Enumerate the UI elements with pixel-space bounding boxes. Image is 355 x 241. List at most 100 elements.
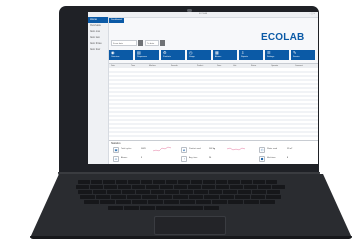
clock-icon: ◷ — [189, 50, 193, 55]
gear-icon: ⚙ — [163, 50, 167, 55]
keyboard-key — [230, 185, 243, 189]
stat-value: 102 kg — [209, 148, 216, 150]
from-date-input[interactable]: From date — [111, 40, 137, 46]
keyboard-key — [216, 185, 229, 189]
tile-service[interactable]: ✎ Service — [291, 50, 315, 60]
keyboard-key — [126, 195, 141, 199]
keyboard-key — [228, 200, 243, 204]
column-header[interactable]: Unit — [233, 64, 236, 68]
tile-label: Reports — [241, 56, 249, 58]
tile-label: Usage — [189, 56, 195, 58]
statistics-panel: Statistics ▣ Total cycles 1023 ◈ Product us… — [109, 140, 318, 164]
sidebar: Home Overview Item one Item two Item thr… — [88, 17, 109, 164]
keyboard-key — [172, 206, 187, 210]
keyboard-key — [111, 195, 126, 199]
column-header[interactable]: Comment — [295, 64, 303, 68]
keyboard-key — [237, 190, 251, 194]
column-header[interactable]: Time — [131, 64, 135, 68]
column-header[interactable]: Dose — [217, 64, 221, 68]
machine-icon: ⬢ — [259, 156, 265, 162]
tile-dispensers[interactable]: ▤ Dispensers — [135, 50, 159, 60]
column-header[interactable]: Machine — [149, 64, 156, 68]
keyboard-key — [266, 195, 281, 199]
keyboard-key — [140, 206, 155, 210]
tile-label: Dispensers — [137, 56, 148, 58]
keyboard-key — [179, 190, 193, 194]
menu-icon: ☰ — [267, 50, 271, 55]
keyboard-key — [204, 195, 219, 199]
grid-icon: ▦ — [215, 50, 219, 55]
keyboard-key — [272, 185, 285, 189]
keyboard-key — [157, 195, 172, 199]
stat-value: 1023 — [141, 148, 146, 150]
keyboard-key — [266, 190, 280, 194]
calendar-icon[interactable] — [138, 40, 143, 46]
tile-alarms[interactable]: ▦ Alarms — [213, 50, 237, 60]
water-icon: ⬡ — [259, 147, 265, 153]
keyboard-key — [258, 185, 271, 189]
data-grid: Date Time Machine Formula Product Dose U… — [109, 63, 318, 140]
keyboard-key — [212, 200, 227, 204]
keyboard-key — [142, 195, 157, 199]
table-row[interactable] — [109, 137, 318, 139]
keyboard-key — [80, 195, 95, 199]
keyboard-key — [203, 180, 215, 184]
trackpad — [154, 216, 226, 235]
download-icon: ⇩ — [241, 50, 245, 55]
tile-usage[interactable]: ◷ Usage — [187, 50, 211, 60]
stat-label: Water used — [267, 148, 278, 150]
keyboard-key — [180, 200, 195, 204]
tile-overview[interactable]: ◉ Overview — [109, 50, 133, 60]
keyboard-key — [150, 190, 164, 194]
keyboard-key — [244, 200, 259, 204]
keyboard-key — [140, 180, 152, 184]
keyboard-key — [196, 200, 211, 204]
tab-bar: Dashboard — [109, 18, 124, 23]
to-date-input[interactable]: To date — [145, 40, 159, 46]
stat-value: 24 — [209, 157, 212, 159]
keyboard-key — [240, 180, 252, 184]
keyboard-key — [228, 180, 240, 184]
sparkline-chart — [227, 147, 245, 151]
column-header[interactable]: Formula — [171, 64, 178, 68]
keyboard-key — [78, 190, 92, 194]
keyboard-key — [146, 185, 159, 189]
keyboard-key — [78, 180, 90, 184]
tab-dashboard[interactable]: Dashboard — [109, 18, 124, 23]
sidebar-item[interactable]: Item four — [88, 47, 108, 53]
column-header[interactable]: Status — [251, 64, 256, 68]
edit-icon: ✎ — [293, 50, 297, 55]
stat-value: 3 — [141, 157, 143, 159]
refresh-button[interactable] — [160, 40, 165, 46]
keyboard-key — [204, 206, 219, 210]
keyboard-key — [90, 180, 102, 184]
keyboard-key — [265, 180, 277, 184]
keyboard-key — [107, 190, 121, 194]
keyboard-key — [90, 185, 103, 189]
keyboard-key — [104, 185, 117, 189]
keyboard-key — [223, 190, 237, 194]
tile-reports[interactable]: ⇩ Reports — [239, 50, 263, 60]
keyboard-key — [132, 200, 147, 204]
keyboard-key — [173, 195, 188, 199]
stat-value: 12 m³ — [287, 148, 293, 150]
keyboard-key — [76, 185, 89, 189]
timer-icon: ◔ — [181, 156, 187, 162]
tile-products[interactable]: ⚙ Products — [161, 50, 185, 60]
keyboard-key — [188, 185, 201, 189]
keyboard-key — [215, 180, 227, 184]
keyboard-key — [250, 195, 265, 199]
stat-label: Machines — [267, 157, 276, 159]
keyboard-key — [128, 180, 140, 184]
column-header[interactable]: Operator — [271, 64, 278, 68]
keyboard-key — [148, 200, 163, 204]
tile-label: Alarms — [215, 56, 222, 58]
window-controls[interactable]: – ◻ ✕ — [309, 13, 315, 16]
tile-settings[interactable]: ☰ Settings — [265, 50, 289, 60]
keyboard-key — [153, 180, 165, 184]
column-header[interactable]: Date — [111, 64, 115, 68]
stat-value: 8 — [287, 157, 289, 159]
keyboard-key — [219, 195, 234, 199]
column-header[interactable]: Product — [197, 64, 203, 68]
product-icon: ◈ — [181, 147, 187, 153]
